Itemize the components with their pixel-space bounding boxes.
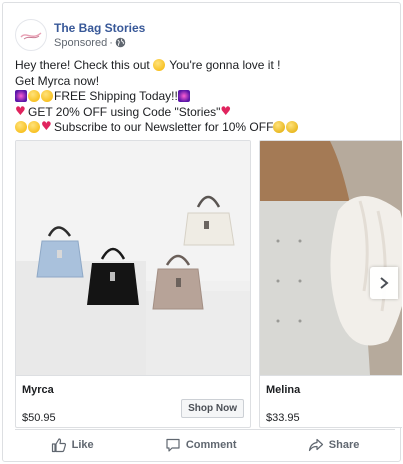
message-line-2: You're gonna love it !: [169, 58, 281, 72]
like-button[interactable]: Like: [51, 437, 94, 453]
product-name[interactable]: Myrca: [22, 384, 54, 396]
message-line-4: FREE Shipping Today!!: [54, 89, 178, 103]
share-button[interactable]: Share: [308, 437, 360, 453]
message-line-3: Get Myrca now!: [15, 73, 100, 88]
grinning-face-emoji-icon: [41, 90, 53, 102]
like-label: Like: [71, 438, 94, 451]
product-price: $33.95: [266, 412, 300, 424]
shop-now-button[interactable]: Shop Now: [181, 399, 244, 418]
page-name-link[interactable]: The Bag Stories: [54, 21, 145, 36]
product-name[interactable]: Melina: [266, 384, 300, 396]
product-info-melina: Melina $33.95: [260, 375, 402, 427]
grinning-face-emoji-icon: [28, 90, 40, 102]
blushing-face-emoji-icon: [28, 121, 40, 133]
handbags-product-image: [16, 141, 250, 375]
sparkle-box-emoji-icon: [177, 90, 190, 102]
heart-emoji-icon: [41, 119, 53, 135]
bag-logo-icon: [20, 32, 42, 40]
message-line-1: Hey there! Check this out: [15, 58, 150, 72]
product-price: $50.95: [22, 412, 56, 424]
winking-face-emoji-icon: [153, 59, 166, 71]
sparkle-box-emoji-icon: [15, 90, 27, 102]
thumbs-up-icon: [51, 437, 66, 452]
post-message: Hey there! Check this out You're gonna l…: [15, 58, 395, 136]
page-avatar[interactable]: [15, 19, 47, 51]
carousel-next-button[interactable]: [370, 267, 398, 299]
share-label: Share: [328, 438, 360, 451]
sponsored-label[interactable]: Sponsored: [54, 36, 107, 50]
speech-bubble-icon: [166, 438, 180, 452]
sponsored-line: Sponsored ·: [54, 36, 145, 50]
star-eyes-emoji-icon: [286, 121, 299, 133]
post-header: The Bag Stories Sponsored ·: [15, 15, 145, 55]
blushing-face-emoji-icon: [15, 121, 27, 133]
product-carousel[interactable]: Myrca $50.95 Shop Now Melina $33.95: [15, 140, 402, 429]
fur-bag-product-image: [260, 141, 402, 375]
heart-emoji-icon: [220, 104, 232, 120]
comment-button[interactable]: Comment: [165, 437, 237, 453]
globe-icon[interactable]: [115, 37, 126, 48]
heart-emoji-icon: [15, 104, 27, 120]
carousel-card-myrca[interactable]: Myrca $50.95 Shop Now: [15, 140, 251, 428]
product-photo-melina[interactable]: [260, 141, 402, 375]
product-photo-myrca[interactable]: [16, 141, 250, 375]
chevron-right-icon: [380, 277, 389, 289]
separator-dot: ·: [109, 36, 113, 49]
product-info-myrca: Myrca $50.95 Shop Now: [16, 375, 250, 427]
post-actions-bar: Like Comment Share: [15, 429, 395, 459]
star-eyes-emoji-icon: [273, 121, 286, 133]
share-arrow-icon: [308, 438, 323, 451]
message-line-5: GET 20% OFF using Code "Stories": [28, 104, 221, 119]
sponsored-post-card: The Bag Stories Sponsored · Hey there! C…: [2, 2, 402, 462]
message-line-6: Subscribe to our Newsletter for 10% OFF: [54, 120, 274, 134]
comment-label: Comment: [185, 438, 237, 451]
